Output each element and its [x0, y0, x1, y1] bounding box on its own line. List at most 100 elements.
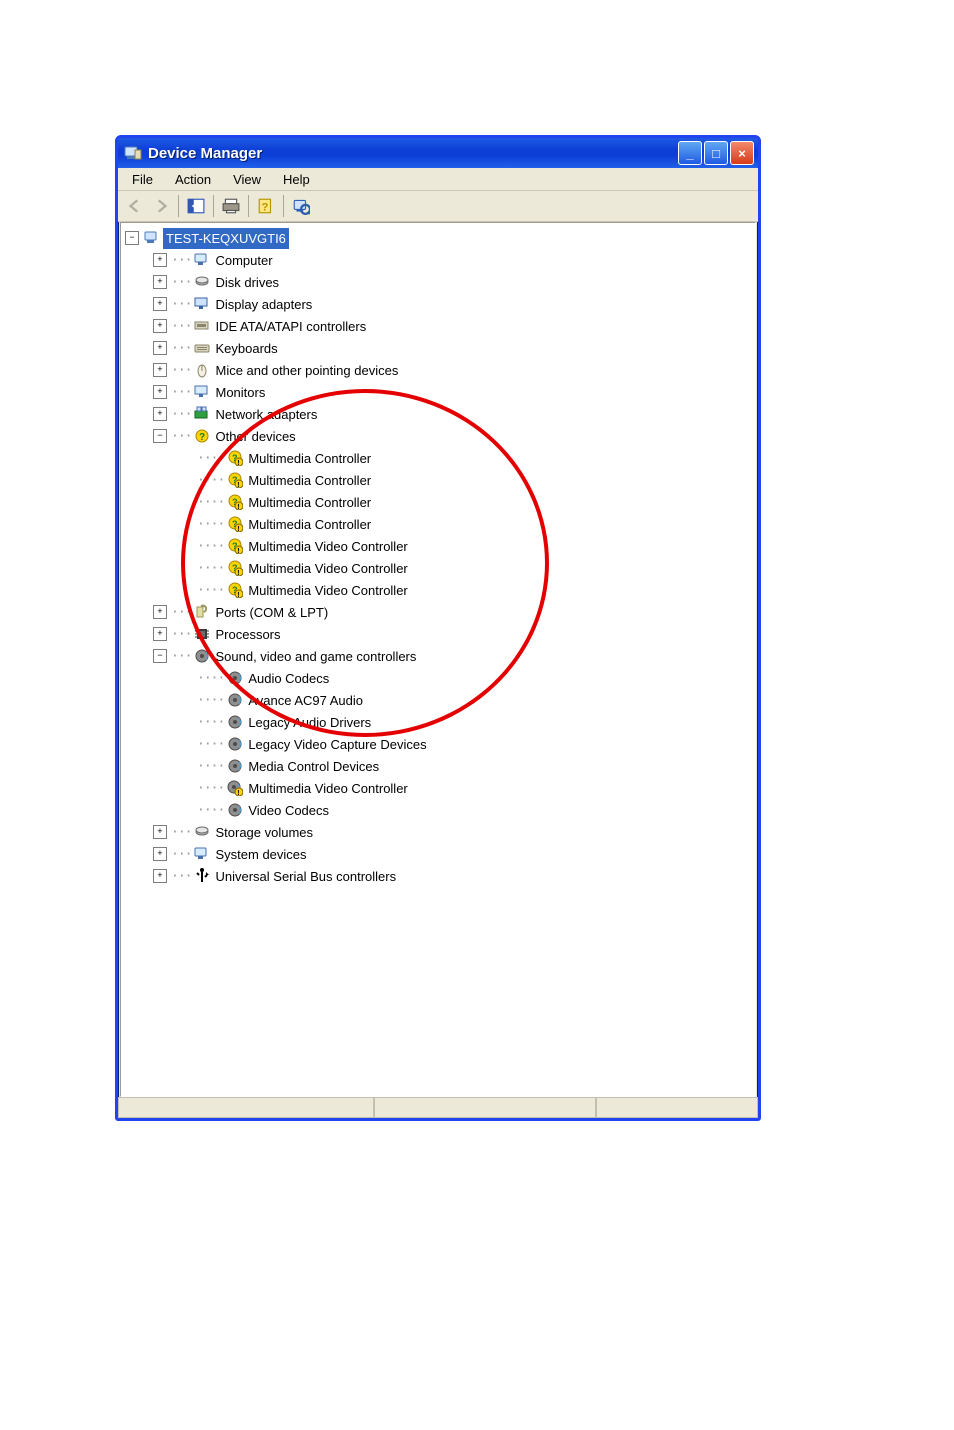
tree-item-label: Computer	[213, 250, 274, 271]
expand-icon[interactable]: +	[153, 869, 167, 883]
expand-icon[interactable]: +	[153, 605, 167, 619]
tree-item[interactable]: +···Mice and other pointing devices	[153, 359, 755, 381]
maximize-button[interactable]: □	[704, 141, 728, 165]
tree-item[interactable]: ····Avance AC97 Audio	[183, 689, 755, 711]
menu-action[interactable]: Action	[165, 170, 221, 189]
tree-item[interactable]: +···Storage volumes	[153, 821, 755, 843]
mouse-icon	[193, 361, 211, 379]
expand-icon[interactable]: +	[153, 385, 167, 399]
tree-item[interactable]: +···Keyboards	[153, 337, 755, 359]
tree-item-label: Universal Serial Bus controllers	[213, 866, 398, 887]
sound_warn-icon: !	[226, 779, 244, 797]
tree-item[interactable]: +···Computer	[153, 249, 755, 271]
tree-item[interactable]: ····?!Multimedia Video Controller	[183, 535, 755, 557]
tree-item[interactable]: +···Disk drives	[153, 271, 755, 293]
tree-item-label: Keyboards	[213, 338, 279, 359]
titlebar[interactable]: Device Manager _ □ ×	[118, 138, 758, 168]
tree-item[interactable]: ····Video Codecs	[183, 799, 755, 821]
tree-item[interactable]: +···Processors	[153, 623, 755, 645]
tree-item[interactable]: −···Sound, video and game controllers	[153, 645, 755, 667]
system-icon	[193, 845, 211, 863]
tree-root-row[interactable]: − TEST-KEQXUVGTI6	[125, 227, 755, 249]
tree-item-label: Avance AC97 Audio	[246, 690, 365, 711]
expand-icon[interactable]: −	[153, 429, 167, 443]
help-button[interactable]: ?	[253, 194, 279, 218]
tree-item-label: Network adapters	[213, 404, 319, 425]
svg-text:!: !	[238, 592, 240, 598]
tree-item-label: Legacy Video Capture Devices	[246, 734, 428, 755]
network-icon	[193, 405, 211, 423]
expand-icon[interactable]: +	[153, 627, 167, 641]
ide-icon	[193, 317, 211, 335]
tree-item[interactable]: ····Legacy Video Capture Devices	[183, 733, 755, 755]
other-icon: ?	[193, 427, 211, 445]
disk-icon	[193, 823, 211, 841]
tree-item[interactable]: ····Legacy Audio Drivers	[183, 711, 755, 733]
warn-icon: ?!	[226, 449, 244, 467]
toolbar-separator	[248, 195, 249, 217]
forward-button	[148, 194, 174, 218]
tree-item-label: IDE ATA/ATAPI controllers	[213, 316, 368, 337]
expand-icon[interactable]: +	[153, 847, 167, 861]
tree-item[interactable]: +···Ports (COM & LPT)	[153, 601, 755, 623]
collapse-icon[interactable]: −	[125, 231, 139, 245]
display-icon	[193, 295, 211, 313]
svg-text:!: !	[238, 504, 240, 510]
tree-item[interactable]: −···?Other devices	[153, 425, 755, 447]
show-hide-button[interactable]	[183, 194, 209, 218]
tree-item[interactable]: +···IDE ATA/ATAPI controllers	[153, 315, 755, 337]
sound-icon	[226, 713, 244, 731]
tree-item[interactable]: +···Network adapters	[153, 403, 755, 425]
expand-icon[interactable]: +	[153, 363, 167, 377]
tree-item[interactable]: +···Display adapters	[153, 293, 755, 315]
tree-item-label: Mice and other pointing devices	[213, 360, 400, 381]
expand-icon[interactable]: +	[153, 319, 167, 333]
toolbar-separator	[283, 195, 284, 217]
tree-item[interactable]: ····?!Multimedia Controller	[183, 469, 755, 491]
tree-item[interactable]: ····?!Multimedia Video Controller	[183, 579, 755, 601]
sound-icon	[226, 691, 244, 709]
tree-item-label: Multimedia Controller	[246, 448, 373, 469]
expand-icon[interactable]: +	[153, 341, 167, 355]
tree-item-label: Sound, video and game controllers	[213, 646, 418, 667]
tree-item[interactable]: ····Media Control Devices	[183, 755, 755, 777]
svg-text:!: !	[238, 460, 240, 466]
tree-item-label: Multimedia Video Controller	[246, 536, 409, 557]
computer-name[interactable]: TEST-KEQXUVGTI6	[163, 228, 289, 249]
tree-item[interactable]: ····!Multimedia Video Controller	[183, 777, 755, 799]
warn-icon: ?!	[226, 581, 244, 599]
expand-icon[interactable]: +	[153, 825, 167, 839]
close-button[interactable]: ×	[730, 141, 754, 165]
menu-help[interactable]: Help	[273, 170, 320, 189]
tree-item[interactable]: +···Monitors	[153, 381, 755, 403]
svg-text:!: !	[238, 482, 240, 488]
status-cell	[596, 1097, 758, 1118]
expand-icon[interactable]: +	[153, 407, 167, 421]
tree-item[interactable]: +···Universal Serial Bus controllers	[153, 865, 755, 887]
tree-item[interactable]: ····?!Multimedia Controller	[183, 513, 755, 535]
tree-item[interactable]: ····?!Multimedia Controller	[183, 447, 755, 469]
tree-item-label: Multimedia Video Controller	[246, 558, 409, 579]
expand-icon[interactable]: +	[153, 275, 167, 289]
status-cell	[374, 1097, 596, 1118]
tree-item[interactable]: +···System devices	[153, 843, 755, 865]
minimize-button[interactable]: _	[678, 141, 702, 165]
print-button[interactable]	[218, 194, 244, 218]
expand-icon[interactable]: −	[153, 649, 167, 663]
expand-icon[interactable]: +	[153, 297, 167, 311]
menu-view[interactable]: View	[223, 170, 271, 189]
svg-text:!: !	[238, 570, 240, 576]
tree-item-label: Multimedia Controller	[246, 514, 373, 535]
tree-item-label: Audio Codecs	[246, 668, 331, 689]
sound-icon	[226, 735, 244, 753]
tree-item[interactable]: ····?!Multimedia Video Controller	[183, 557, 755, 579]
tree-item[interactable]: ····?!Multimedia Controller	[183, 491, 755, 513]
tree-item-label: Legacy Audio Drivers	[246, 712, 373, 733]
scan-button[interactable]	[288, 194, 314, 218]
tree-item[interactable]: ····Audio Codecs	[183, 667, 755, 689]
tree-item-label: Other devices	[213, 426, 297, 447]
svg-text:?: ?	[262, 202, 269, 214]
expand-icon[interactable]: +	[153, 253, 167, 267]
menu-file[interactable]: File	[122, 170, 163, 189]
keyboard-icon	[193, 339, 211, 357]
